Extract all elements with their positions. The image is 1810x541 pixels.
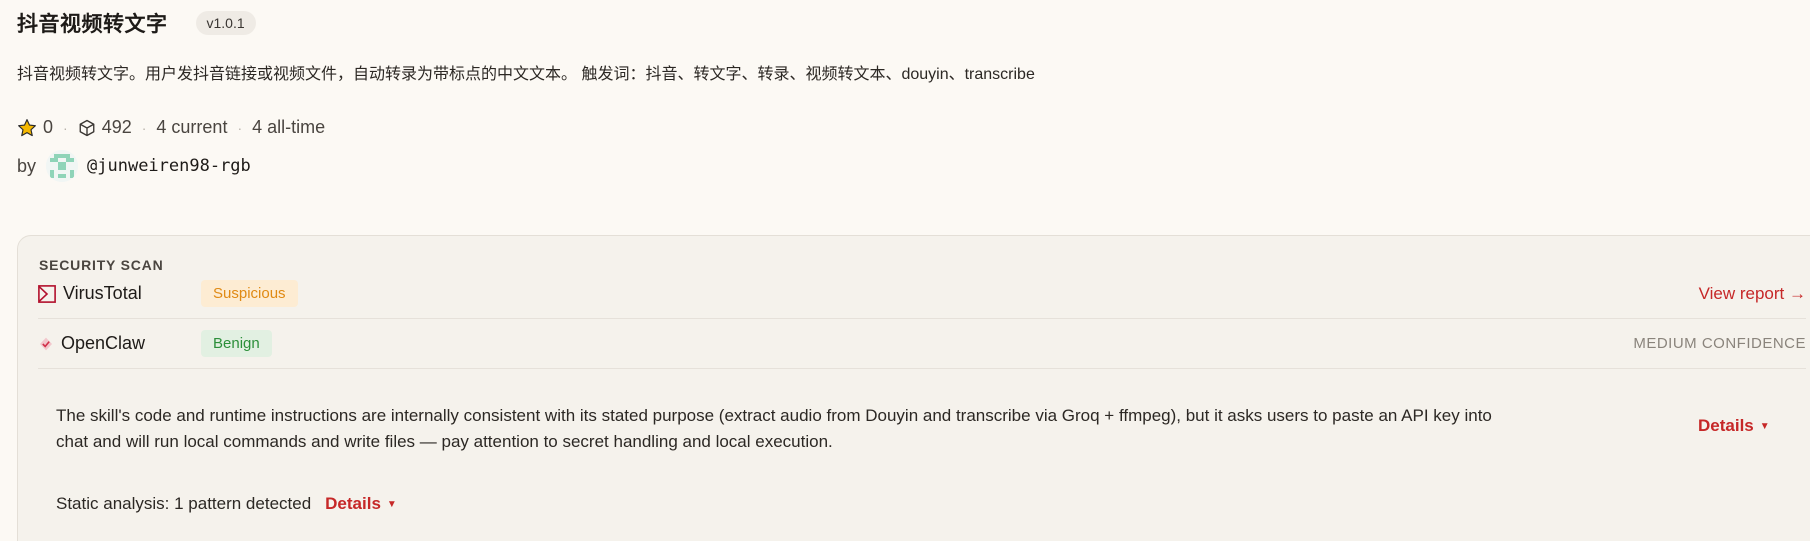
view-report-link[interactable]: View report → [1699,284,1806,304]
status-badge: Suspicious [201,280,298,307]
confidence-label: MEDIUM CONFIDENCE [1633,335,1806,352]
static-details-toggle[interactable]: Details ▼ [325,494,397,514]
scanner-row-virustotal: VirusTotal Suspicious View report → [38,269,1806,319]
details-toggle[interactable]: Details ▼ [1698,416,1770,436]
version-badge: v1.0.1 [195,11,256,35]
author-byline: by @junweiren98-rgb [17,150,251,182]
star-icon[interactable] [17,118,37,138]
skill-description: 抖音视频转文字。用户发抖音链接或视频文件，自动转录为带标点的中文文本。 触发词：… [17,66,1035,83]
download-count: 492 [101,117,132,137]
separator-dot: · [141,119,147,136]
scan-summary: The skill's code and runtime instruction… [56,406,1492,451]
skill-header: 抖音视频转文字 v1.0.1 [17,8,256,38]
scanner-label: OpenClaw [61,333,146,353]
details-label: Details [325,494,381,513]
caret-down-icon: ▼ [1759,421,1770,432]
security-scan-card: SECURITY SCAN VirusTotal Suspicious View… [17,235,1810,541]
scanner-row-openclaw: OpenClaw Benign MEDIUM CONFIDENCE [38,319,1806,369]
virustotal-icon [38,284,56,303]
details-label: Details [1698,416,1754,435]
scanner-name: OpenClaw [38,333,201,354]
caret-down-icon: ▼ [386,499,397,510]
separator-dot: · [237,119,243,136]
stats-row: 0 · 492 · 4 current · 4 all-time [17,117,325,138]
separator-dot: · [63,119,68,136]
page-title: 抖音视频转文字 [17,13,168,36]
scanner-name: VirusTotal [38,283,201,304]
current-installs: 4 current [156,117,228,137]
status-badge: Benign [201,330,272,357]
star-count: 0 [43,117,54,137]
author-handle[interactable]: @junweiren98-rgb [87,156,251,176]
by-label: by [17,155,37,176]
scanner-label: VirusTotal [63,283,142,303]
package-icon [78,119,96,137]
openclaw-icon [40,337,52,350]
avatar[interactable] [46,150,79,182]
alltime-installs: 4 all-time [252,117,326,137]
static-analysis-row: Static analysis: 1 pattern detected Deta… [56,494,397,514]
static-analysis-text: Static analysis: 1 pattern detected [56,494,312,513]
